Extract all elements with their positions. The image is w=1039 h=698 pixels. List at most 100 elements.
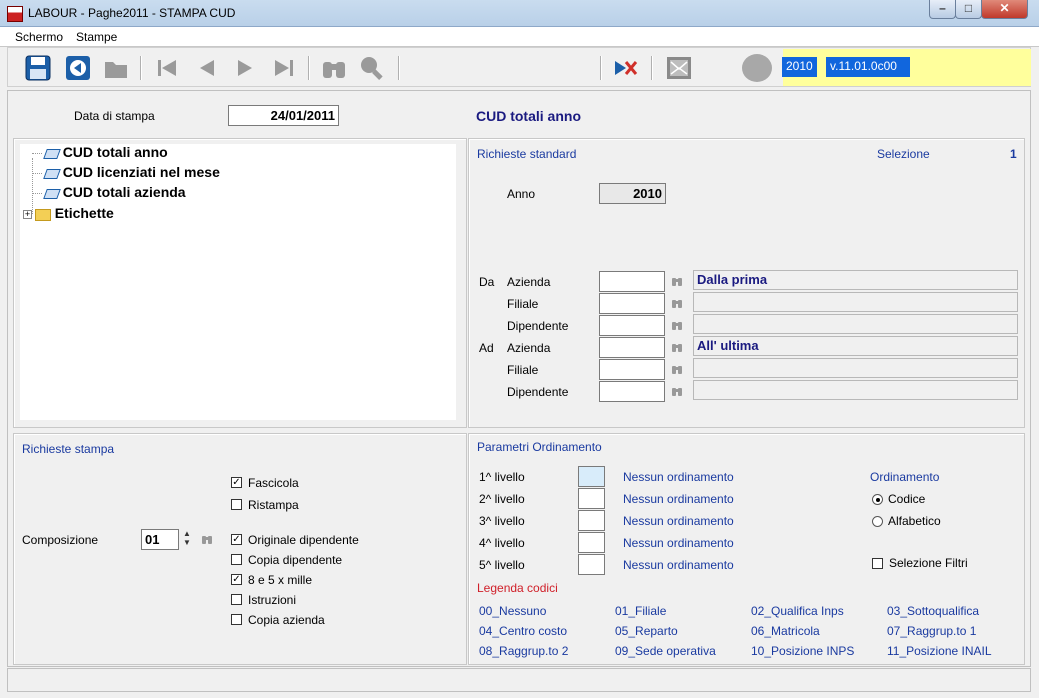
lookup-icon[interactable] bbox=[671, 275, 683, 287]
to-filiale-label: Filiale bbox=[507, 363, 539, 377]
from-dipendente-input[interactable] bbox=[599, 315, 665, 336]
composizione-spinner[interactable]: ▲ ▼ bbox=[183, 529, 191, 547]
tree-item-cud-anno[interactable]: CUD totali anno bbox=[32, 144, 168, 160]
level-1-desc: Nessun ordinamento bbox=[623, 470, 734, 484]
report-icon bbox=[43, 148, 62, 159]
level-5-input[interactable] bbox=[578, 554, 605, 575]
next-icon[interactable] bbox=[231, 54, 259, 82]
minimize-button[interactable]: – bbox=[929, 0, 956, 19]
level-2-label: 2^ livello bbox=[479, 492, 525, 506]
legend-title: Legenda codici bbox=[477, 581, 558, 595]
codice-radio[interactable] bbox=[872, 494, 883, 505]
menu-stampe[interactable]: Stampe bbox=[76, 30, 117, 44]
from-azienda-label: Azienda bbox=[507, 275, 551, 289]
folder-icon[interactable] bbox=[102, 54, 130, 82]
print-preview-icon[interactable] bbox=[665, 54, 693, 82]
legend-item: 01_Filiale bbox=[615, 604, 667, 618]
ristampa-label: Ristampa bbox=[248, 498, 299, 512]
legend-item: 10_Posizione INPS bbox=[751, 644, 855, 658]
window-title: LABOUR - Paghe2011 - STAMPA CUD bbox=[28, 6, 236, 20]
back-icon[interactable] bbox=[64, 54, 92, 82]
from-filiale-desc bbox=[693, 292, 1018, 312]
title-bar: LABOUR - Paghe2011 - STAMPA CUD – □ ✕ bbox=[0, 0, 1039, 27]
binoculars-icon[interactable] bbox=[320, 54, 348, 82]
report-tree: CUD totali anno CUD licenziati nel mese … bbox=[20, 144, 456, 420]
separator bbox=[651, 56, 653, 80]
lookup-icon[interactable] bbox=[671, 319, 683, 331]
from-filiale-input[interactable] bbox=[599, 293, 665, 314]
legend-item: 05_Reparto bbox=[615, 624, 678, 638]
codice-label: Codice bbox=[888, 492, 926, 506]
otto-cinque-label: 8 e 5 x mille bbox=[248, 573, 313, 587]
first-record-icon[interactable] bbox=[153, 54, 181, 82]
year-badge: 2010 bbox=[782, 57, 817, 77]
otto-cinque-checkbox[interactable]: ✓ bbox=[231, 574, 242, 585]
from-azienda-input[interactable] bbox=[599, 271, 665, 292]
to-dipendente-label: Dipendente bbox=[507, 385, 569, 399]
alfabetico-radio[interactable] bbox=[872, 516, 883, 527]
report-icon bbox=[43, 188, 62, 199]
expand-icon[interactable]: + bbox=[23, 210, 32, 220]
copia-azienda-checkbox[interactable] bbox=[231, 614, 242, 625]
lookup-icon[interactable] bbox=[671, 341, 683, 353]
report-icon bbox=[43, 168, 62, 179]
da-label: Da bbox=[479, 275, 495, 289]
save-icon[interactable] bbox=[24, 54, 52, 82]
copia-dipendente-checkbox[interactable] bbox=[231, 554, 242, 565]
legend-item: 06_Matricola bbox=[751, 624, 820, 638]
cancel-export-icon[interactable] bbox=[612, 54, 640, 82]
legend-item: 04_Centro costo bbox=[479, 624, 568, 638]
lookup-icon[interactable] bbox=[201, 533, 213, 545]
level-2-input[interactable] bbox=[578, 488, 605, 509]
previous-icon[interactable] bbox=[193, 54, 221, 82]
level-3-input[interactable] bbox=[578, 510, 605, 531]
filtri-checkbox[interactable] bbox=[872, 558, 883, 569]
level-4-input[interactable] bbox=[578, 532, 605, 553]
menu-bar: Schermo Stampe bbox=[0, 27, 1039, 47]
to-azienda-input[interactable] bbox=[599, 337, 665, 358]
ordering-panel: Parametri Ordinamento 1^ livello 2^ live… bbox=[468, 433, 1025, 665]
menu-schermo[interactable]: Schermo bbox=[15, 30, 63, 44]
originale-label: Originale dipendente bbox=[248, 533, 359, 547]
istruzioni-label: Istruzioni bbox=[248, 593, 297, 607]
tree-item-cud-licenziati[interactable]: CUD licenziati nel mese bbox=[32, 164, 220, 180]
toolbar: 2010 v.11.01.0c00 bbox=[7, 47, 1031, 87]
composizione-input[interactable]: 01 bbox=[141, 529, 179, 550]
print-panel: Richieste stampa ✓ Fascicola Ristampa Co… bbox=[13, 433, 467, 665]
year-label: Anno bbox=[507, 187, 536, 201]
selection-value: 1 bbox=[1010, 147, 1017, 161]
tree-item-etichette[interactable]: + Etichette bbox=[23, 205, 114, 221]
level-4-desc: Nessun ordinamento bbox=[623, 536, 734, 550]
legend-item: 00_Nessuno bbox=[479, 604, 547, 618]
lookup-icon[interactable] bbox=[671, 385, 683, 397]
lookup-icon[interactable] bbox=[671, 363, 683, 375]
level-3-label: 3^ livello bbox=[479, 514, 525, 528]
legend-item: 11_Posizione INAIL bbox=[887, 644, 992, 658]
istruzioni-checkbox[interactable] bbox=[231, 594, 242, 605]
date-label: Data di stampa bbox=[74, 109, 155, 123]
level-1-input[interactable] bbox=[578, 466, 605, 487]
lookup-icon[interactable] bbox=[671, 297, 683, 309]
to-azienda-label: Azienda bbox=[507, 341, 551, 355]
separator bbox=[140, 56, 142, 80]
ad-label: Ad bbox=[479, 341, 494, 355]
fascicola-checkbox[interactable]: ✓ bbox=[231, 477, 242, 488]
ristampa-checkbox[interactable] bbox=[231, 499, 242, 510]
to-dipendente-input[interactable] bbox=[599, 381, 665, 402]
tree-item-cud-azienda[interactable]: CUD totali azienda bbox=[32, 184, 186, 200]
filtri-label: Selezione Filtri bbox=[889, 556, 968, 570]
year-input[interactable]: 2010 bbox=[599, 183, 666, 204]
close-button[interactable]: ✕ bbox=[981, 0, 1028, 19]
legend-item: 02_Qualifica Inps bbox=[751, 604, 844, 618]
print-date-input[interactable]: 24/01/2011 bbox=[228, 105, 339, 126]
to-filiale-input[interactable] bbox=[599, 359, 665, 380]
level-1-label: 1^ livello bbox=[479, 470, 525, 484]
magnifier-icon[interactable] bbox=[358, 54, 386, 82]
level-2-desc: Nessun ordinamento bbox=[623, 492, 734, 506]
last-record-icon[interactable] bbox=[270, 54, 298, 82]
maximize-button[interactable]: □ bbox=[955, 0, 982, 19]
originale-checkbox[interactable]: ✓ bbox=[231, 534, 242, 545]
to-azienda-desc: All' ultima bbox=[693, 336, 1018, 356]
version-badge: v.11.01.0c00 bbox=[826, 57, 910, 77]
level-5-desc: Nessun ordinamento bbox=[623, 558, 734, 572]
